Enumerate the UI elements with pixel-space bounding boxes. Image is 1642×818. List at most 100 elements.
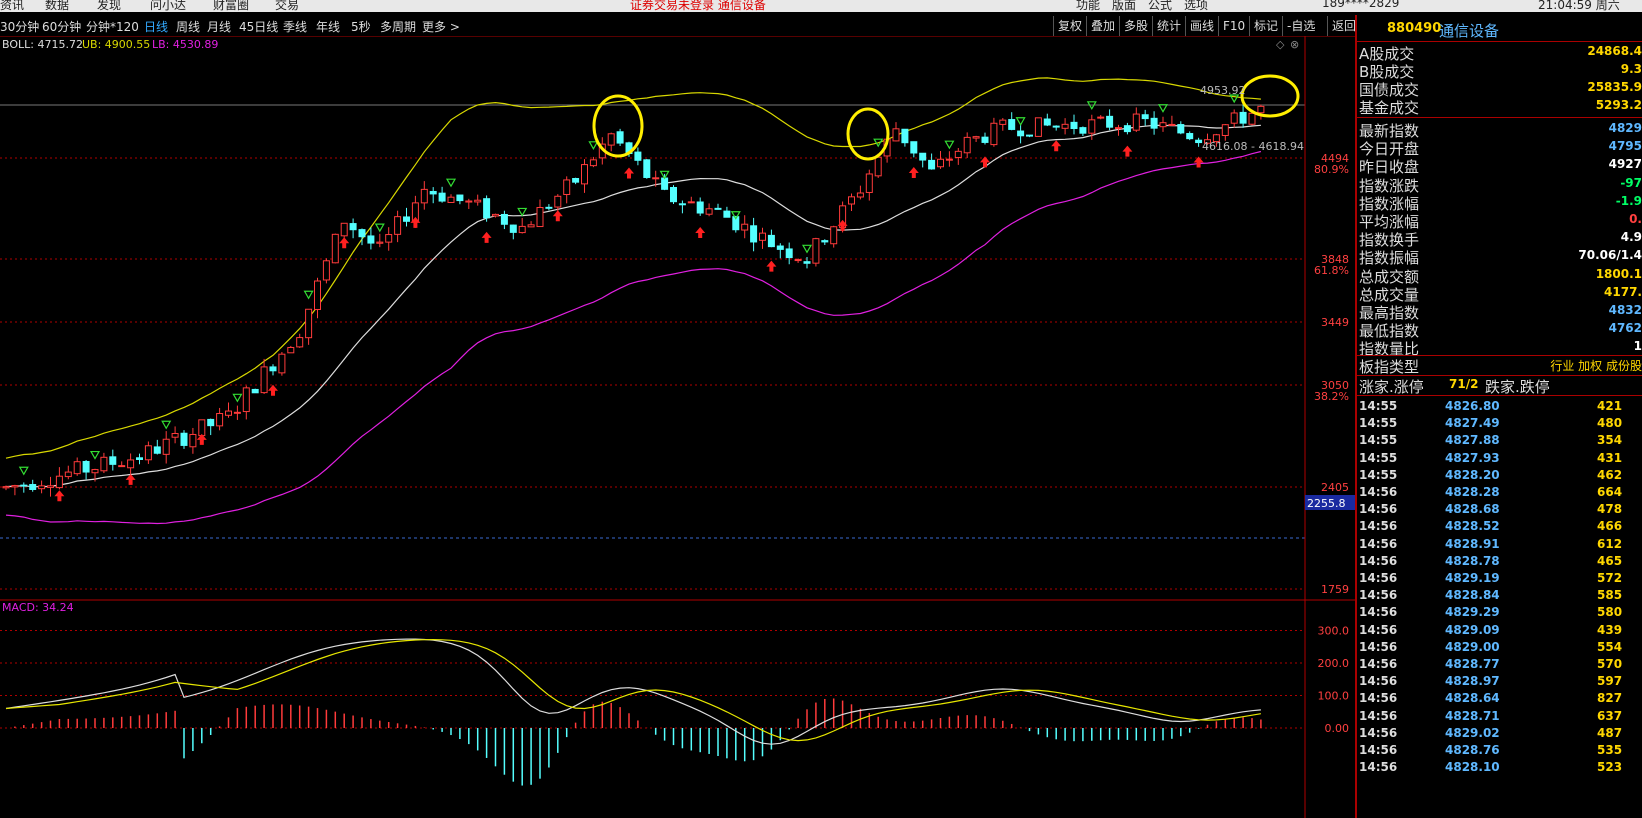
candle-body <box>20 484 28 487</box>
candle <box>420 181 428 210</box>
candle <box>741 215 749 239</box>
tick-price: 4829.02 <box>1445 725 1500 740</box>
draw-line-button[interactable]: 画线 <box>1185 16 1218 36</box>
menu-discover[interactable]: 发现 <box>97 0 121 12</box>
candle-body <box>82 460 90 473</box>
candle-body <box>207 418 215 427</box>
candle-body <box>661 177 669 190</box>
candle-body <box>589 159 597 167</box>
tick-time: 14:56 <box>1359 760 1398 775</box>
f10-button[interactable]: F10 <box>1218 16 1249 36</box>
price-axis-label: 2405 <box>1321 481 1349 494</box>
candle-body <box>242 387 250 413</box>
tick-volume: 827 <box>1597 691 1623 706</box>
macd-axis-label: 0.00 <box>1325 722 1350 735</box>
tick-time: 14:55 <box>1359 467 1398 482</box>
candle <box>643 158 651 179</box>
candle <box>1230 109 1238 128</box>
overlay-button[interactable]: 叠加 <box>1086 16 1119 36</box>
menu-options[interactable]: 选项 <box>1184 0 1208 12</box>
tab-5sec[interactable]: 5秒 <box>351 18 371 35</box>
tick-volume: 421 <box>1597 399 1623 413</box>
menu-data[interactable]: 数据 <box>45 0 69 12</box>
multi-stock-button[interactable]: 多股 <box>1119 16 1152 36</box>
menu-function[interactable]: 功能 <box>1076 0 1100 12</box>
tab-45day[interactable]: 45日线 <box>239 18 278 35</box>
index-stat-row: 总成交量 4177. <box>1357 284 1642 304</box>
tab-multi-period[interactable]: 多周期 <box>380 18 416 35</box>
watchlist-remove-button[interactable]: -自选 <box>1282 16 1319 36</box>
menu-trade[interactable]: 交易 <box>275 0 299 12</box>
candle-body <box>11 485 19 488</box>
menu-ask[interactable]: 问小达 <box>150 0 186 12</box>
candle <box>376 233 384 248</box>
candle-body <box>563 179 571 195</box>
tab-monthly[interactable]: 月线 <box>207 18 231 35</box>
tick-time: 14:56 <box>1359 485 1398 499</box>
tick-volume: 354 <box>1597 433 1623 448</box>
diamond-icon[interactable]: ◇ <box>1276 38 1285 51</box>
menu-layout[interactable]: 版面 <box>1112 0 1136 12</box>
tick-row: 14:56 4828.97 597 <box>1357 674 1642 691</box>
tab-daily[interactable]: 日线 <box>144 18 168 35</box>
statistics-button[interactable]: 统计 <box>1152 16 1185 36</box>
row-value: 70.06/1.4 <box>1578 248 1642 263</box>
candle <box>981 132 989 145</box>
candle <box>73 457 81 476</box>
candlestick-chart[interactable]: 449480.9%384861.8%3449305038.2%240517593… <box>0 36 1355 818</box>
tab-60min[interactable]: 60分钟 <box>42 18 81 35</box>
boll-ub-label: UB: 4900.55 <box>82 38 150 51</box>
candle-body <box>963 136 971 154</box>
tab-yearly[interactable]: 年线 <box>316 18 340 35</box>
tab-weekly[interactable]: 周线 <box>176 18 200 35</box>
tick-row: 14:56 4829.02 487 <box>1357 726 1642 743</box>
tick-row: 14:56 4829.09 439 <box>1357 623 1642 640</box>
candle <box>928 153 936 170</box>
candle-body <box>901 128 909 144</box>
volume-row: 基金成交 5293.2 <box>1357 97 1642 117</box>
mark-button[interactable]: 标记 <box>1249 16 1282 36</box>
tick-time: 14:56 <box>1359 519 1398 534</box>
candle-body <box>180 432 188 446</box>
menu-info[interactable]: 资讯 <box>0 0 24 12</box>
candle-body <box>545 206 553 209</box>
candle-body <box>928 159 936 170</box>
tick-volume: 465 <box>1597 553 1623 568</box>
candle <box>714 203 722 210</box>
candle <box>1043 113 1051 127</box>
candle-body <box>1248 112 1256 125</box>
candle-body <box>643 159 651 178</box>
candle <box>447 194 455 203</box>
tab-120min[interactable]: 分钟*120 <box>86 18 139 35</box>
candle <box>892 122 900 142</box>
candle <box>972 135 980 142</box>
tick-row: 14:56 4829.29 580 <box>1357 605 1642 622</box>
candle-body <box>29 484 37 490</box>
tick-time: 14:56 <box>1359 622 1398 637</box>
tick-time: 14:56 <box>1359 691 1398 706</box>
candle-body <box>518 225 526 234</box>
candle <box>207 418 215 436</box>
menu-formula[interactable]: 公式 <box>1148 0 1172 12</box>
row-value: 4927 <box>1608 157 1642 172</box>
candle <box>696 197 704 216</box>
candle-body <box>438 192 446 202</box>
buy-arrow-icon <box>1122 145 1133 157</box>
tab-quarterly[interactable]: 季线 <box>283 18 307 35</box>
candle-body <box>759 232 766 241</box>
candle-body <box>1008 119 1016 130</box>
tick-price: 4829.09 <box>1445 622 1500 637</box>
menu-fortune[interactable]: 财富圈 <box>213 0 249 12</box>
buy-arrow-icon <box>1051 140 1062 152</box>
candle <box>1248 112 1256 126</box>
tab-more[interactable]: 更多 > <box>422 18 460 35</box>
sell-arrow-icon <box>1157 104 1169 113</box>
close-icon[interactable]: ⊗ <box>1290 38 1299 51</box>
candle-body <box>64 471 72 478</box>
candle-body <box>2 486 10 489</box>
tab-30min[interactable]: 30分钟 <box>0 18 39 35</box>
candle-body <box>73 461 81 475</box>
restore-rights-button[interactable]: 复权 <box>1053 16 1086 36</box>
candle <box>563 176 571 204</box>
price-axis-label: 3449 <box>1321 316 1349 329</box>
